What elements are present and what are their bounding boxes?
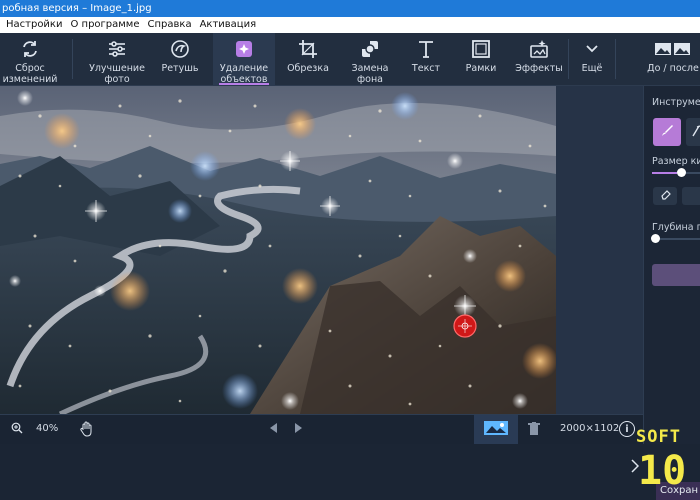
bottom-strip: Сохран (0, 444, 700, 500)
frame-icon (470, 38, 492, 60)
crop-icon (297, 38, 319, 60)
reset-changes-label: Сброс изменений (2, 63, 58, 85)
tool-option-button[interactable] (682, 187, 700, 205)
zoom-level: 40% (36, 423, 59, 434)
crop-label: Обрезка (287, 63, 329, 74)
effects-label: Эффекты (515, 63, 563, 74)
menu-activation[interactable]: Активация (200, 17, 257, 33)
save-button[interactable]: Сохран (656, 482, 700, 500)
background-replace-icon (359, 38, 381, 60)
effects-button[interactable]: Эффекты (512, 33, 566, 86)
tool-settings-panel: Инструмент Размер ки Глубина п (643, 86, 700, 446)
frames-button[interactable]: Рамки (458, 33, 504, 86)
depth-slider[interactable] (651, 234, 700, 243)
before-after-button[interactable]: До / после (640, 33, 700, 86)
more-tools-button[interactable]: Ещё (572, 33, 612, 86)
arrow-left-icon (270, 422, 278, 436)
frames-label: Рамки (465, 63, 497, 74)
enhance-photo-button[interactable]: Улучшение фото (85, 33, 149, 86)
more-tools-label: Ещё (581, 63, 603, 74)
collapse-panel-button[interactable] (628, 454, 642, 480)
sliders-icon (106, 38, 128, 60)
eraser-button[interactable] (653, 187, 677, 205)
reset-changes-button[interactable]: Сброс изменений (0, 33, 60, 86)
image-dimensions: 2000×1102 (560, 423, 620, 434)
replace-background-button[interactable]: Замена фона (342, 33, 398, 86)
menu-settings[interactable]: Настройки (6, 17, 62, 33)
tools-heading: Инструмент (652, 97, 700, 108)
depth-slider-thumb[interactable] (651, 234, 660, 243)
menu-bar: Настройки О программе Справка Активация (0, 17, 700, 33)
brush-size-slider-fill (652, 172, 677, 174)
save-button-label: Сохран (660, 485, 699, 496)
brush-size-label: Размер ки (652, 156, 700, 167)
depth-label: Глубина п (652, 222, 700, 233)
toolbar-divider (615, 39, 616, 79)
retouch-label: Ретушь (161, 63, 199, 74)
reset-icon (19, 38, 41, 60)
brush-size-slider-thumb[interactable] (677, 168, 686, 177)
image-fit-icon (483, 420, 509, 439)
brush-cursor (453, 314, 477, 338)
eraser-icon (660, 189, 671, 203)
arrow-right-icon (294, 422, 302, 436)
toolbar-divider (568, 39, 569, 79)
hand-icon (80, 421, 94, 440)
lasso-tool-button[interactable] (686, 118, 700, 146)
text-label: Текст (411, 63, 441, 74)
menu-help[interactable]: Справка (148, 17, 192, 33)
retouch-button[interactable]: Ретушь (154, 33, 206, 86)
info-icon[interactable]: i (619, 421, 635, 437)
hand-tool-button[interactable] (78, 421, 96, 439)
menu-about[interactable]: О программе (70, 17, 139, 33)
replace-background-label: Замена фона (351, 63, 389, 85)
retouch-icon (169, 38, 191, 60)
status-bar: 40% 2000×1102 i (0, 414, 643, 444)
text-icon (415, 38, 437, 60)
main-toolbar: Сброс изменений Улучшение фото Ретушь Уд… (0, 33, 700, 86)
remove-objects-label: Удаление объектов (219, 63, 269, 85)
next-image-button[interactable] (292, 422, 304, 436)
window-title: робная версия – Image_1.jpg (2, 3, 152, 14)
effects-icon (528, 38, 550, 60)
lasso-icon (691, 124, 700, 141)
toolbar-divider (72, 39, 73, 79)
brush-icon (660, 124, 674, 141)
apply-button[interactable] (652, 264, 700, 286)
zoom-in-button[interactable] (10, 422, 24, 436)
before-after-label: До / после (647, 63, 699, 74)
mountain-photo (0, 86, 556, 414)
crop-button[interactable]: Обрезка (282, 33, 334, 86)
before-after-icon (653, 38, 693, 60)
remove-objects-icon (233, 38, 255, 60)
fit-to-screen-button[interactable] (474, 415, 518, 444)
zoom-icon (11, 422, 23, 437)
delete-button[interactable] (526, 421, 542, 439)
chevron-right-icon (631, 458, 640, 477)
text-button[interactable]: Текст (404, 33, 448, 86)
photo-canvas[interactable] (0, 86, 556, 414)
trash-icon (528, 421, 540, 439)
brush-size-slider[interactable] (652, 168, 700, 177)
brush-tool-button[interactable] (653, 118, 681, 146)
remove-objects-button[interactable]: Удаление объектов (213, 33, 275, 86)
canvas-area[interactable] (0, 86, 643, 414)
enhance-photo-label: Улучшение фото (89, 63, 145, 85)
window-title-bar: робная версия – Image_1.jpg (0, 0, 700, 17)
chevron-down-icon (581, 38, 603, 60)
previous-image-button[interactable] (268, 422, 280, 436)
